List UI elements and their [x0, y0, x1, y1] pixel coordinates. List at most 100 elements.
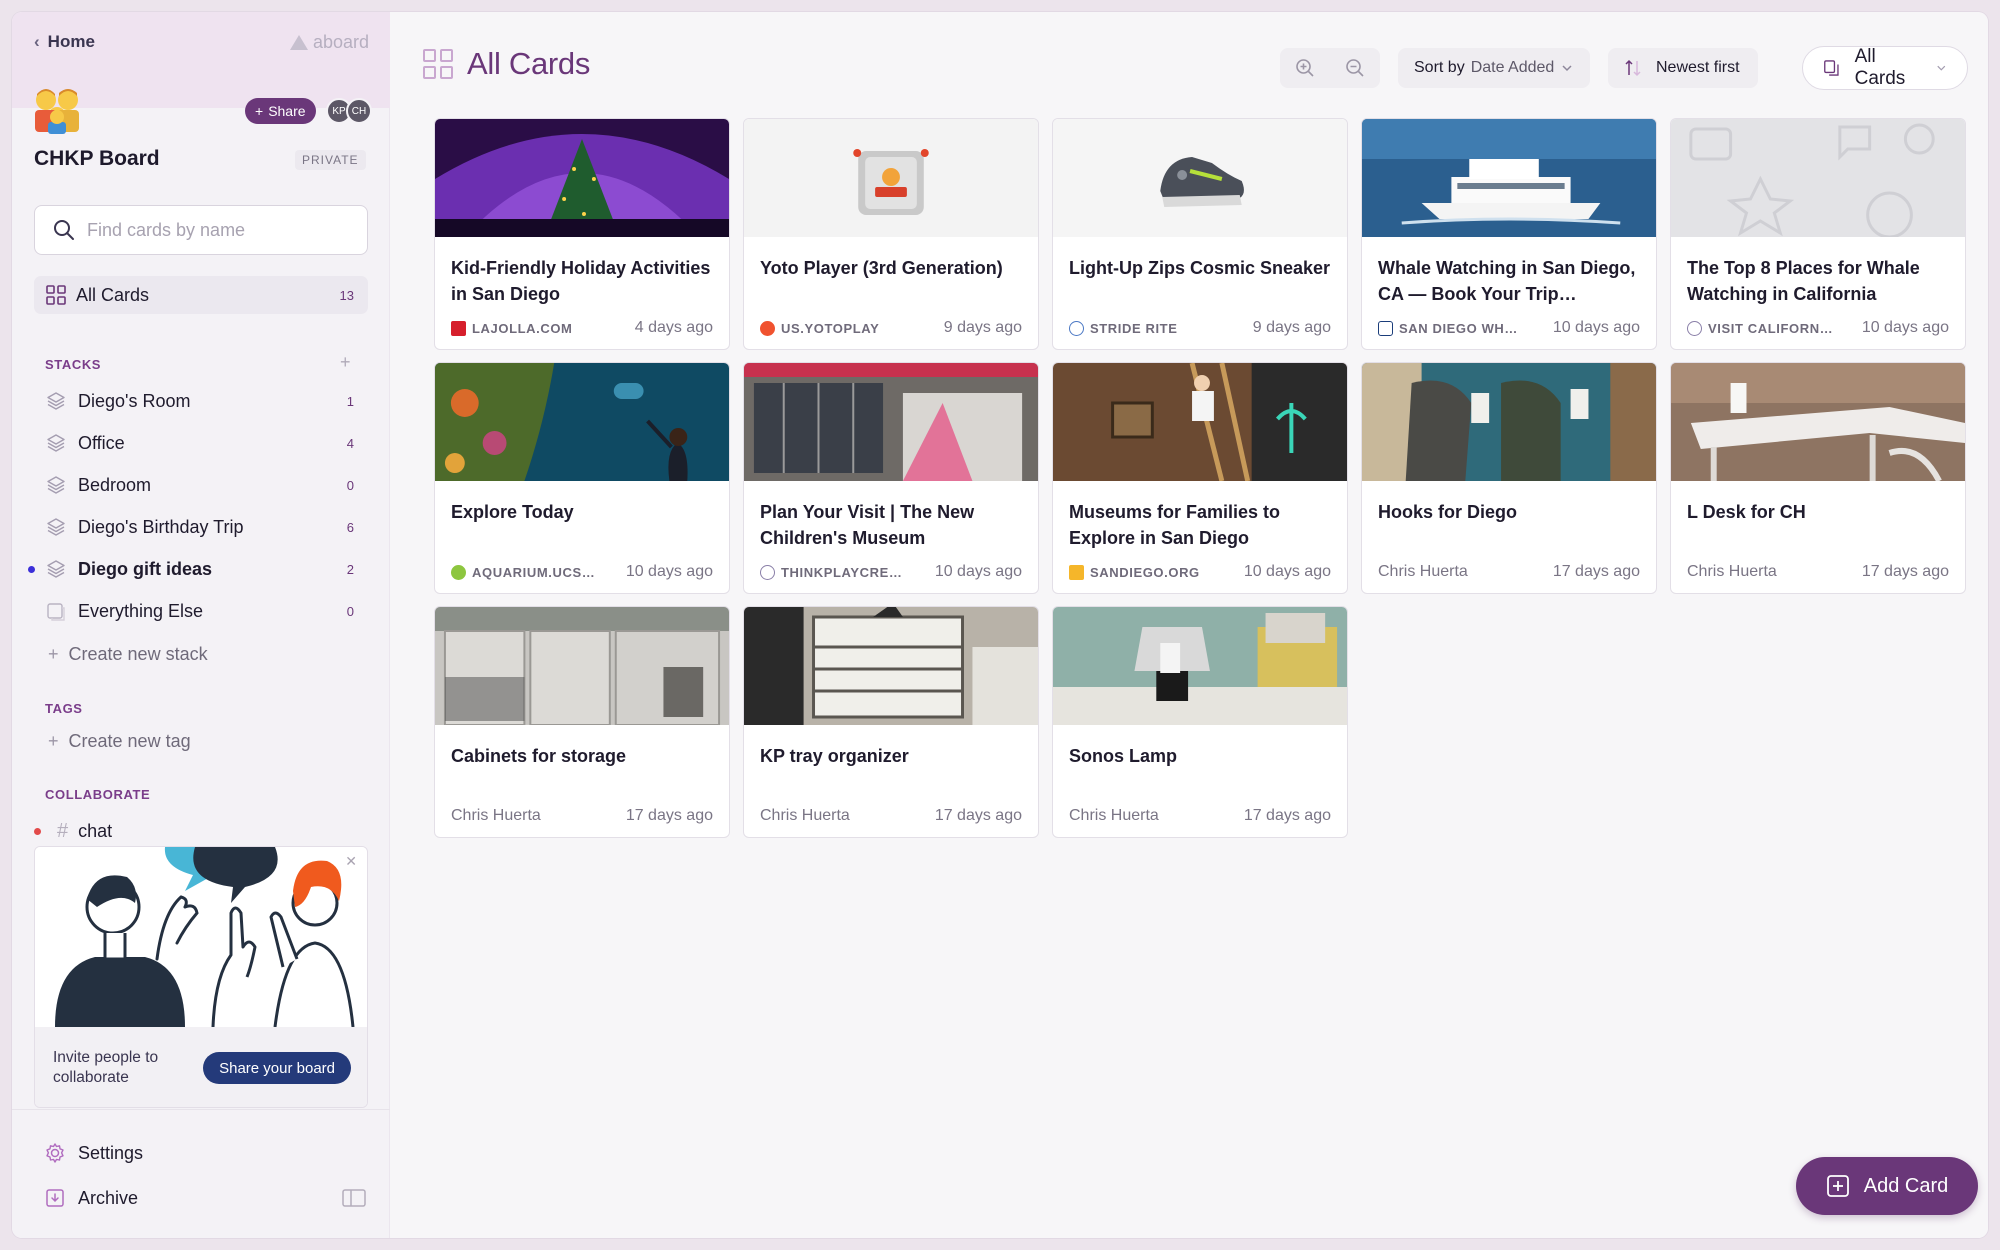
card-time: 9 days ago	[943, 319, 1022, 336]
card-time: 9 days ago	[1252, 319, 1331, 336]
card-thumbnail	[744, 119, 1038, 237]
sort-order-button[interactable]: Newest first	[1608, 48, 1758, 88]
chat-label: chat	[78, 821, 113, 841]
card-title: Hooks for Diego	[1378, 502, 1518, 522]
zoom-out-icon	[1346, 59, 1364, 77]
share-board-button[interactable]: Share your board	[203, 1052, 351, 1084]
card-title: Plan Your Visit | The New Children's Mus…	[760, 502, 975, 548]
card-light-up-sneaker[interactable]: Light-Up Zips Cosmic Sneaker STRIDE RITE…	[1052, 118, 1348, 350]
inbox-icon	[47, 603, 65, 621]
card-thumbnail	[435, 607, 729, 726]
stack-count: 2	[346, 561, 354, 577]
view-filter-dropdown[interactable]: All Cards	[1802, 46, 1968, 90]
card-title: Light-Up Zips Cosmic Sneaker	[1069, 258, 1331, 278]
invite-card: ✕ Invite people to collaborate Share you…	[34, 846, 368, 1108]
card-yoto-player[interactable]: Yoto Player (3rd Generation) US.YOTOPLAY…	[743, 118, 1039, 350]
card-source: LAJOLLA.COM	[451, 320, 635, 336]
card-source: VISIT CALIFORN…	[1687, 320, 1862, 336]
card-time: 4 days ago	[634, 319, 713, 336]
create-stack-link[interactable]: + Create new stack	[48, 644, 208, 665]
app-window: ‹ Home aboard + Share KP CH CHKP Board P…	[12, 12, 1988, 1238]
card-thumbnail	[435, 363, 729, 481]
collaborate-heading: COLLABORATE	[45, 787, 151, 802]
create-tag-link[interactable]: + Create new tag	[48, 731, 191, 752]
stack-item-diego-gift-ideas[interactable]: Diego gift ideas 2	[28, 548, 368, 590]
stack-item-bedroom[interactable]: Bedroom 0	[34, 464, 368, 506]
card-kp-tray-organizer[interactable]: KP tray organizer Chris Huerta 17 days a…	[743, 606, 1039, 838]
stack-item-diegos-room[interactable]: Diego's Room 1	[34, 380, 368, 422]
stack-item-office[interactable]: Office 4	[34, 422, 368, 464]
search-icon	[54, 220, 74, 240]
home-link[interactable]: ‹ Home	[34, 32, 95, 52]
stack-layers-icon	[47, 392, 65, 410]
settings-label: Settings	[78, 1142, 144, 1163]
card-kid-friendly-holiday[interactable]: Kid-Friendly Holiday Activities in San D…	[434, 118, 730, 350]
card-childrens-museum[interactable]: Plan Your Visit | The New Children's Mus…	[743, 362, 1039, 594]
card-meta: LAJOLLA.COM 4 days ago	[451, 319, 713, 337]
globe-icon	[760, 564, 775, 580]
favicon-icon	[451, 320, 466, 336]
card-museums-for-families[interactable]: Museums for Families to Explore in San D…	[1052, 362, 1348, 594]
card-source: Chris Huerta	[1687, 563, 1777, 580]
card-time: 17 days ago	[934, 807, 1022, 824]
card-source-label: THINKPLAYCRE…	[781, 564, 903, 580]
card-title: KP tray organizer	[760, 746, 909, 766]
card-thumbnail	[1671, 119, 1965, 239]
card-meta: Chris Huerta 17 days ago	[451, 807, 713, 825]
add-stack-button[interactable]: +	[340, 352, 351, 373]
stack-count: 0	[346, 477, 354, 493]
share-button[interactable]: + Share	[245, 98, 316, 124]
hash-icon: #	[57, 820, 69, 842]
brand-name: aboard	[312, 32, 369, 52]
add-card-label: Add Card	[1863, 1174, 1949, 1197]
chat-channel[interactable]: # chat	[34, 820, 112, 843]
card-hooks-for-diego[interactable]: Hooks for Diego Chris Huerta 17 days ago	[1361, 362, 1657, 594]
zoom-in-button[interactable]	[1280, 48, 1330, 88]
member-avatars[interactable]: KP CH	[326, 98, 372, 124]
card-time: 17 days ago	[1243, 807, 1331, 824]
card-cabinets-for-storage[interactable]: Cabinets for storage Chris Huerta 17 day…	[434, 606, 730, 838]
nav-all-cards[interactable]: All Cards 13	[34, 276, 368, 314]
search-field[interactable]	[34, 205, 368, 255]
card-top-8-whale-watching[interactable]: The Top 8 Places for Whale Watching in C…	[1670, 118, 1966, 350]
unread-dot	[28, 566, 35, 573]
card-thumbnail	[435, 119, 729, 237]
sort-dropdown[interactable]: Sort by Date Added	[1398, 48, 1591, 88]
sort-key-label: Sort by	[1414, 59, 1465, 76]
create-tag-label: Create new tag	[68, 731, 191, 751]
card-time: 10 days ago	[625, 563, 713, 580]
card-whale-watching-san-diego[interactable]: Whale Watching in San Diego, CA — Book Y…	[1361, 118, 1657, 350]
card-meta: Chris Huerta 17 days ago	[1378, 563, 1640, 581]
stack-item-everything-else[interactable]: Everything Else 0	[34, 590, 368, 632]
plus-icon: +	[48, 644, 59, 664]
card-source-label: LAJOLLA.COM	[472, 320, 573, 336]
stack-item-diegos-birthday-trip[interactable]: Diego's Birthday Trip 6	[34, 506, 368, 548]
avatar[interactable]: CH	[346, 98, 372, 124]
board-title: CHKP Board	[34, 147, 160, 170]
favicon-icon	[760, 320, 775, 336]
card-meta: Chris Huerta 17 days ago	[1069, 807, 1331, 825]
stack-layers-icon	[47, 560, 65, 578]
card-explore-today[interactable]: Explore Today AQUARIUM.UCS… 10 days ago	[434, 362, 730, 594]
add-card-icon	[1826, 1175, 1849, 1197]
card-source-label: US.YOTOPLAY	[781, 320, 880, 336]
settings-link[interactable]: Settings	[44, 1142, 143, 1164]
card-source-label: SAN DIEGO WH…	[1399, 320, 1519, 336]
home-label: Home	[47, 32, 95, 51]
archive-link[interactable]: Archive	[44, 1187, 138, 1209]
card-meta: AQUARIUM.UCS… 10 days ago	[451, 563, 713, 581]
close-icon[interactable]: ✕	[345, 853, 357, 870]
card-time: 10 days ago	[1552, 319, 1640, 336]
privacy-badge: PRIVATE	[295, 150, 366, 170]
collapse-sidebar-icon[interactable]	[342, 1188, 366, 1208]
search-input[interactable]	[87, 219, 347, 241]
grid-icon	[423, 49, 453, 79]
card-sonos-lamp[interactable]: Sonos Lamp Chris Huerta 17 days ago	[1052, 606, 1348, 838]
card-source-label: SANDIEGO.ORG	[1090, 564, 1200, 580]
card-meta: Chris Huerta 17 days ago	[760, 807, 1022, 825]
card-meta: VISIT CALIFORN… 10 days ago	[1687, 319, 1949, 337]
stack-label: Diego's Room	[78, 390, 191, 411]
add-card-button[interactable]: Add Card	[1796, 1157, 1978, 1215]
card-l-desk[interactable]: L Desk for CH Chris Huerta 17 days ago	[1670, 362, 1966, 594]
zoom-out-button[interactable]	[1330, 48, 1380, 88]
